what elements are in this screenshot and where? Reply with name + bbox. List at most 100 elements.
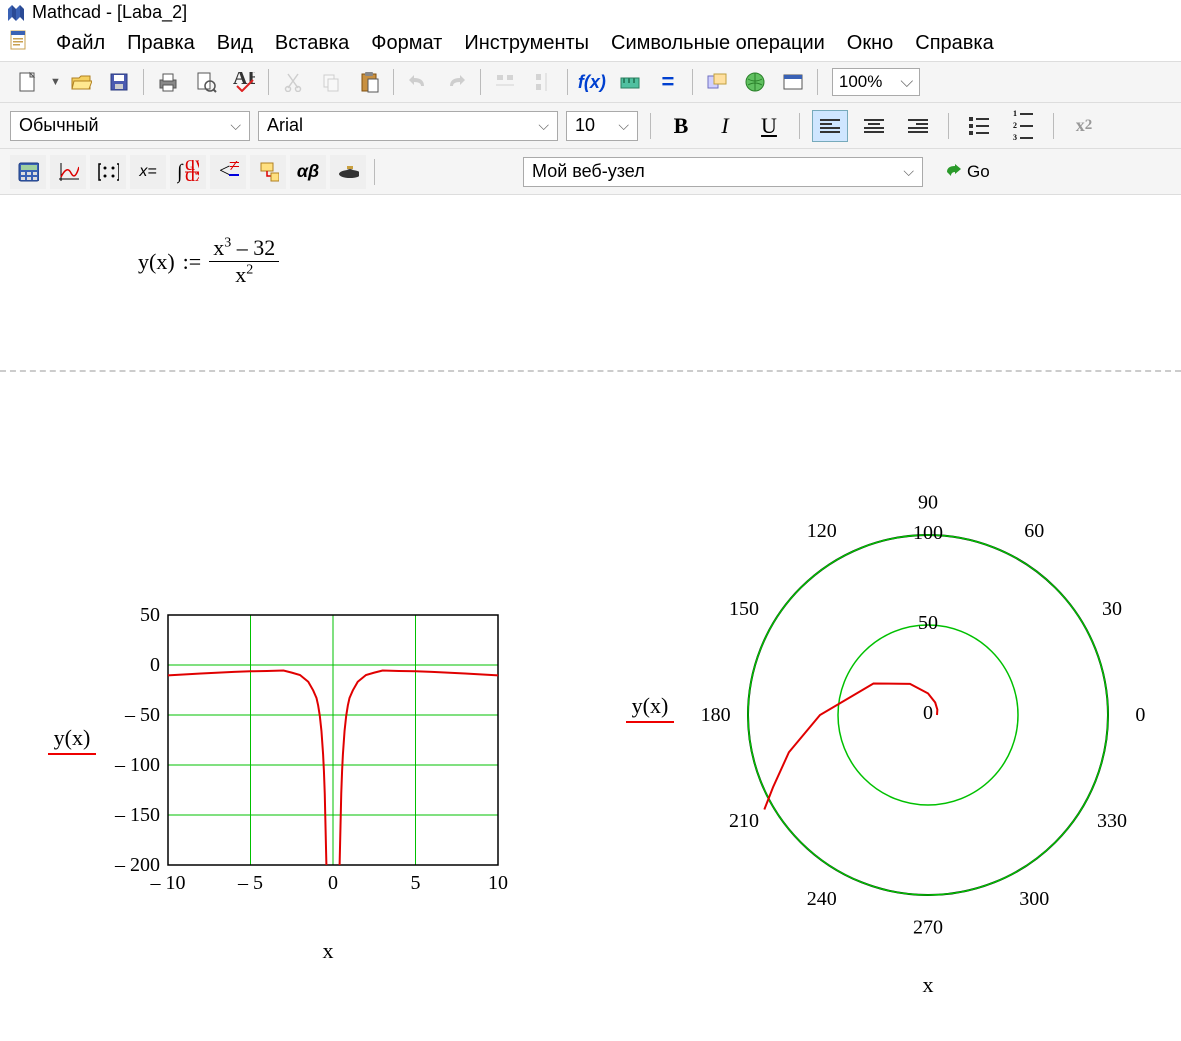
align-right-button[interactable] (900, 110, 936, 142)
reference-button[interactable] (737, 66, 773, 98)
toolbar-standard: ▼ ABC f(x) = (0, 61, 1181, 103)
separator (374, 159, 375, 185)
insert-component-button[interactable] (775, 66, 811, 98)
chevron-down-icon: ⌵ (538, 117, 549, 134)
menu-format[interactable]: Формат (371, 32, 442, 55)
graph-palette-button[interactable] (50, 155, 86, 189)
svg-text:210: 210 (729, 810, 759, 832)
window-title: Mathcad - [Laba_2] (32, 2, 187, 23)
separator (817, 69, 818, 95)
menu-help[interactable]: Справка (915, 32, 993, 55)
svg-text:0: 0 (923, 702, 933, 724)
calculator-palette-button[interactable] (10, 155, 46, 189)
new-dropdown-icon[interactable]: ▼ (48, 76, 61, 88)
formula-lhs: y(x) (138, 249, 175, 275)
separator (480, 69, 481, 95)
greek-palette-button[interactable]: αβ (290, 155, 326, 189)
separator (1053, 113, 1054, 139)
style-combo[interactable]: Обычный ⌵ (10, 111, 250, 141)
app-logo-icon (6, 3, 26, 23)
boolean-palette-button[interactable]: <≠ (210, 155, 246, 189)
menu-view[interactable]: Вид (217, 32, 253, 55)
matrix-palette-button[interactable] (90, 155, 126, 189)
function-button[interactable]: f(x) (574, 66, 610, 98)
toolbar-math: x= ∫dydx <≠ αβ Мой веб-узел ⌵ Go (0, 149, 1181, 195)
separator (799, 113, 800, 139)
font-combo[interactable]: Arial ⌵ (258, 111, 558, 141)
polar-plot-region[interactable]: y(x) 03060901201501802102402703003300501… (678, 465, 1178, 998)
underline-button[interactable]: U (751, 110, 787, 142)
go-button[interactable]: Go (937, 158, 998, 186)
svg-text:180: 180 (701, 704, 731, 726)
symbolic-palette-button[interactable] (330, 155, 366, 189)
xy-plot: 500– 50– 100– 150– 200– 10– 50510 (98, 605, 558, 935)
menu-edit[interactable]: Правка (127, 32, 195, 55)
font-size-combo[interactable]: 10 ⌵ (566, 111, 638, 141)
calculus-palette-button[interactable]: ∫dydx (170, 155, 206, 189)
align-left-button[interactable] (812, 110, 848, 142)
menu-symbolics[interactable]: Символьные операции (611, 32, 825, 55)
cut-button[interactable] (275, 66, 311, 98)
menu-tools[interactable]: Инструменты (464, 32, 589, 55)
style-value: Обычный (19, 115, 99, 136)
open-button[interactable] (63, 66, 99, 98)
svg-text:– 50: – 50 (124, 704, 160, 726)
xy-plot-region[interactable]: y(x) 500– 50– 100– 150– 200– 10– 50510 x (98, 605, 558, 964)
svg-text:60: 60 (1024, 520, 1044, 542)
chevron-down-icon: ⌵ (618, 117, 629, 134)
align-center-button[interactable] (856, 110, 892, 142)
align-horizontal-button[interactable] (487, 66, 523, 98)
bullet-list-button[interactable] (961, 110, 997, 142)
align-vertical-button[interactable] (525, 66, 561, 98)
svg-text:0: 0 (328, 872, 338, 894)
programming-palette-button[interactable] (250, 155, 286, 189)
svg-text:– 10: – 10 (150, 872, 186, 894)
go-label: Go (967, 162, 990, 182)
chevron-down-icon: ⌵ (230, 117, 241, 134)
legend-line-icon (48, 753, 96, 755)
worksheet[interactable]: y(x) := x3 – 32 x2 y(x) 500– 50– 100– 15… (0, 195, 1181, 975)
menu-insert[interactable]: Вставка (275, 32, 349, 55)
web-address-value: Мой веб-узел (532, 161, 645, 182)
save-button[interactable] (101, 66, 137, 98)
svg-text:90: 90 (918, 492, 938, 514)
print-button[interactable] (150, 66, 186, 98)
menu-file[interactable]: Файл (56, 32, 105, 55)
copy-button[interactable] (313, 66, 349, 98)
chevron-down-icon: ⌵ (903, 163, 914, 180)
svg-text:330: 330 (1097, 810, 1127, 832)
web-address-combo[interactable]: Мой веб-узел ⌵ (523, 157, 923, 187)
svg-text:– 5: – 5 (237, 872, 263, 894)
font-size-value: 10 (575, 115, 595, 136)
zoom-combo[interactable]: 100% ⌵ (832, 68, 920, 96)
svg-text:30: 30 (1102, 598, 1122, 620)
separator (567, 69, 568, 95)
svg-text:∫: ∫ (177, 161, 184, 184)
svg-text:0: 0 (1135, 704, 1145, 726)
svg-text:– 150: – 150 (114, 804, 160, 826)
print-preview-button[interactable] (188, 66, 224, 98)
new-button[interactable] (10, 66, 46, 98)
toolbar-formatting: Обычный ⌵ Arial ⌵ 10 ⌵ B I U 123 x2 (0, 103, 1181, 149)
superscript-button[interactable]: x2 (1066, 110, 1102, 142)
bold-button[interactable]: B (663, 110, 699, 142)
evaluation-palette-button[interactable]: x= (130, 155, 166, 189)
calculate-button[interactable]: = (650, 66, 686, 98)
paste-button[interactable] (351, 66, 387, 98)
units-button[interactable] (612, 66, 648, 98)
menu-window[interactable]: Окно (847, 32, 893, 55)
formula-fraction: x3 – 32 x2 (209, 235, 279, 288)
number-list-button[interactable]: 123 (1005, 110, 1041, 142)
italic-button[interactable]: I (707, 110, 743, 142)
svg-text:dx: dx (185, 164, 199, 184)
separator (692, 69, 693, 95)
page-break (0, 370, 1181, 372)
svg-text:50: 50 (140, 605, 160, 626)
font-value: Arial (267, 115, 303, 136)
spellcheck-button[interactable]: ABC (226, 66, 262, 98)
polar-plot: 0306090120150180210240270300330050100 (678, 465, 1178, 965)
redo-button[interactable] (438, 66, 474, 98)
formula-region[interactable]: y(x) := x3 – 32 x2 (138, 235, 279, 288)
component-button[interactable] (699, 66, 735, 98)
undo-button[interactable] (400, 66, 436, 98)
